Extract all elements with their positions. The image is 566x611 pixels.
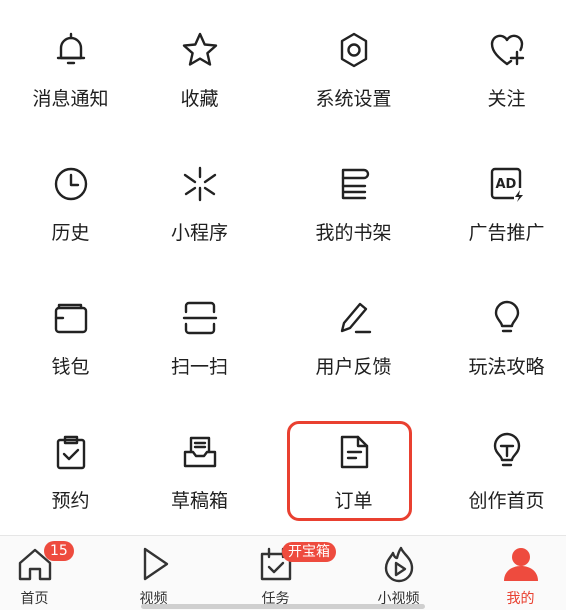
document-icon xyxy=(334,432,374,472)
mini-program-icon xyxy=(180,164,220,204)
bell-icon xyxy=(51,30,91,70)
notification-badge: 15 xyxy=(44,541,74,561)
treasure-box-badge: 开宝箱 xyxy=(282,542,336,562)
home-indicator xyxy=(141,604,425,609)
bookshelf-icon xyxy=(334,164,374,204)
tab-video[interactable]: 视频 xyxy=(97,536,210,611)
play-icon xyxy=(134,544,174,584)
menu-item-creator-home[interactable]: 创作首页 xyxy=(436,402,566,536)
clipboard-check-icon xyxy=(51,432,91,472)
svg-text:AD: AD xyxy=(495,177,516,192)
gear-icon xyxy=(334,30,374,70)
person-icon xyxy=(501,544,541,584)
tab-short-video[interactable]: 小视频 xyxy=(342,536,455,611)
creator-bulb-icon xyxy=(487,432,527,472)
menu-item-label: 小程序 xyxy=(170,222,228,244)
ad-icon: AD xyxy=(487,164,527,204)
menu-item-label: 关注 xyxy=(487,88,526,110)
menu-item-label: 草稿箱 xyxy=(170,490,228,512)
menu-item-wallet[interactable]: 钱包 xyxy=(0,268,141,402)
tab-label: 我的 xyxy=(506,591,535,607)
menu-item-label: 我的书架 xyxy=(315,222,392,244)
wallet-icon xyxy=(51,298,91,338)
menu-item-label: 收藏 xyxy=(180,88,219,110)
menu-item-guide[interactable]: 玩法攻略 xyxy=(436,268,566,402)
menu-item-label: 系统设置 xyxy=(315,88,392,110)
draft-box-icon xyxy=(180,432,220,472)
bottom-tab-bar: 15 首页 视频 开宝箱 任务 小视频 我的 xyxy=(0,535,566,610)
menu-item-label: 消息通知 xyxy=(32,88,109,110)
menu-item-scan[interactable]: 扫一扫 xyxy=(129,268,270,402)
tab-home[interactable]: 15 首页 xyxy=(0,536,91,611)
tab-label: 首页 xyxy=(20,591,49,607)
menu-item-label: 用户反馈 xyxy=(315,356,392,378)
clock-icon xyxy=(51,164,91,204)
feedback-pen-icon xyxy=(334,298,374,338)
menu-item-reservation[interactable]: 预约 xyxy=(0,402,141,536)
star-icon xyxy=(180,30,220,70)
menu-item-label: 历史 xyxy=(51,222,90,244)
menu-item-settings[interactable]: 系统设置 xyxy=(283,0,424,134)
menu-item-following[interactable]: 关注 xyxy=(436,0,566,134)
tab-mine[interactable]: 我的 xyxy=(464,536,566,611)
menu-item-drafts[interactable]: 草稿箱 xyxy=(129,402,270,536)
menu-grid: 消息通知 收藏 系统设置 关注 历史 小程序 我的书架 AD 广告推广 钱包 扫… xyxy=(0,0,566,535)
menu-item-mini-program[interactable]: 小程序 xyxy=(129,134,270,268)
tab-tasks[interactable]: 开宝箱 任务 xyxy=(219,536,336,611)
scan-icon xyxy=(180,298,220,338)
menu-item-notifications[interactable]: 消息通知 xyxy=(0,0,141,134)
lightbulb-icon xyxy=(487,298,527,338)
menu-item-orders[interactable]: 订单 xyxy=(283,402,424,536)
menu-item-bookshelf[interactable]: 我的书架 xyxy=(283,134,424,268)
menu-item-label: 预约 xyxy=(51,490,90,512)
menu-item-label: 订单 xyxy=(334,490,373,512)
menu-item-label: 扫一扫 xyxy=(170,356,228,378)
menu-item-label: 玩法攻略 xyxy=(468,356,545,378)
flame-play-icon xyxy=(379,544,419,584)
menu-item-ad-promotion[interactable]: AD 广告推广 xyxy=(436,134,566,268)
heart-plus-icon xyxy=(487,30,527,70)
menu-item-label: 广告推广 xyxy=(468,222,545,244)
menu-item-label: 钱包 xyxy=(51,356,90,378)
menu-item-feedback[interactable]: 用户反馈 xyxy=(283,268,424,402)
menu-item-history[interactable]: 历史 xyxy=(0,134,141,268)
menu-item-favorites[interactable]: 收藏 xyxy=(129,0,270,134)
menu-item-label: 创作首页 xyxy=(468,490,545,512)
